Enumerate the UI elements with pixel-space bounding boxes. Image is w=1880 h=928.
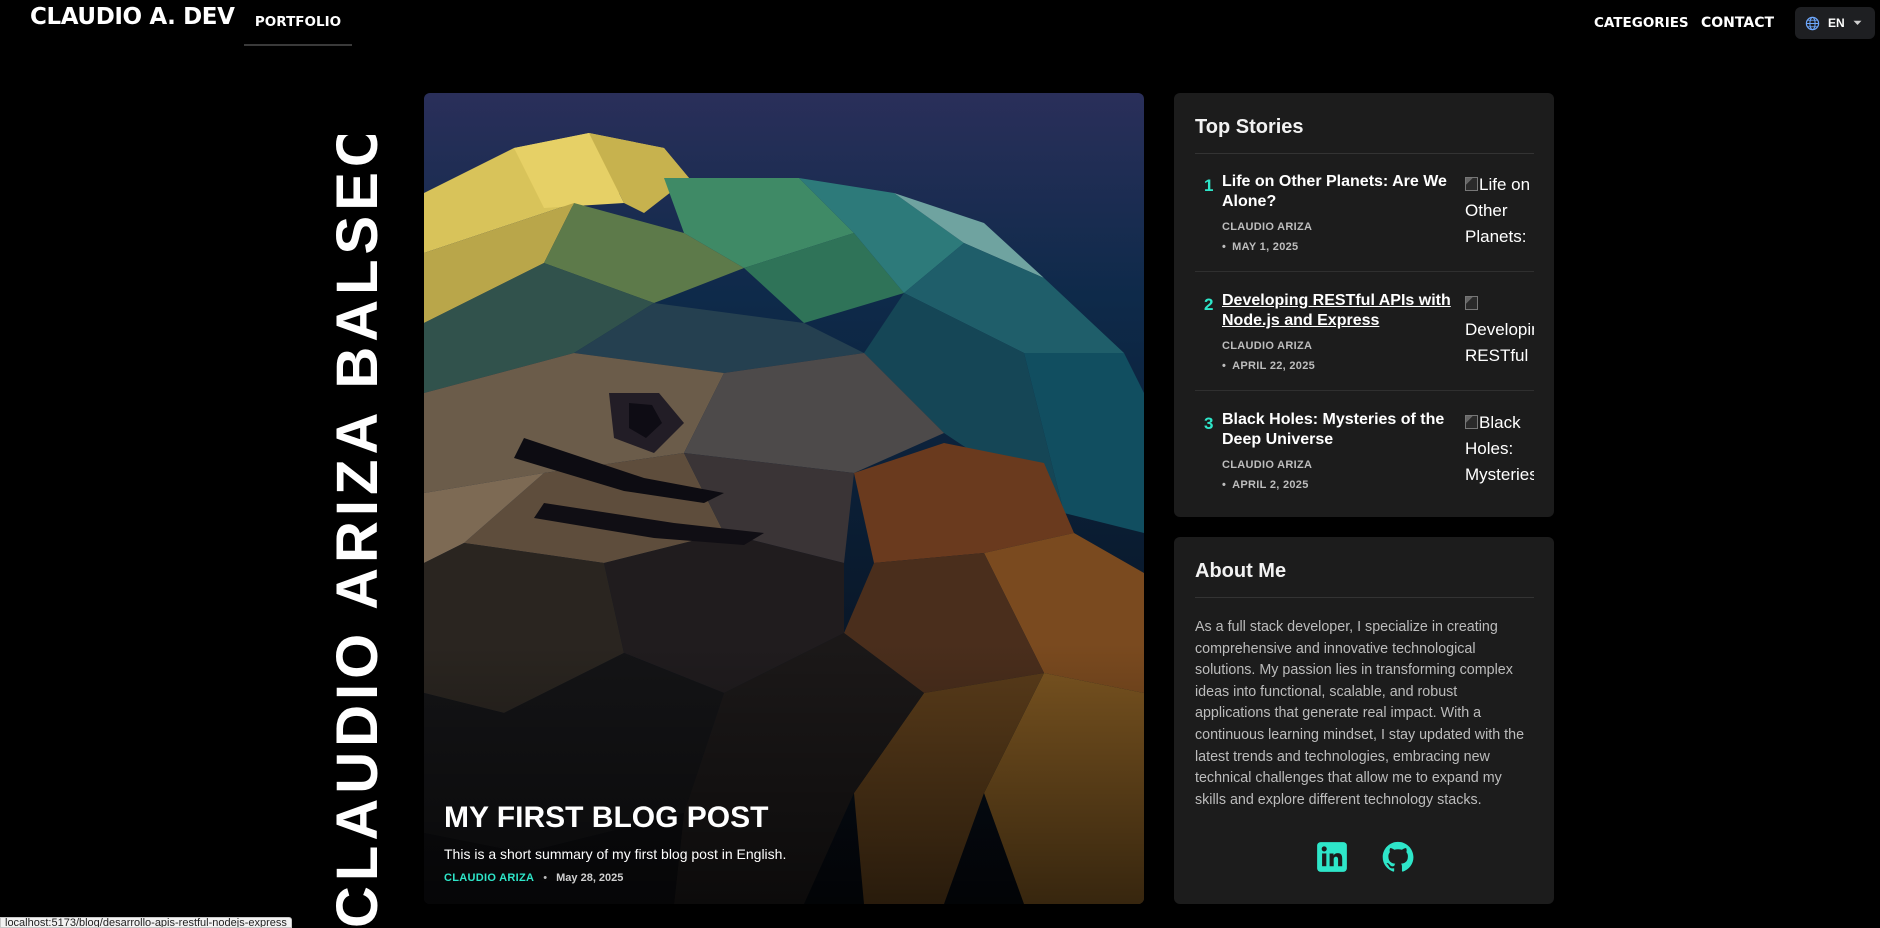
top-story-item[interactable]: 1 Life on Other Planets: Are We Alone? C… — [1195, 154, 1534, 272]
story-date: • MAY 1, 2025 — [1222, 241, 1298, 253]
story-thumbnail[interactable]: Life on Other Planets: — [1465, 172, 1534, 254]
broken-image-icon — [1465, 177, 1478, 191]
story-date-text: APRIL 2, 2025 — [1232, 479, 1309, 491]
site-logo[interactable]: CLAUDIO A. DEV — [30, 4, 235, 30]
featured-post-card[interactable]: MY FIRST BLOG POST This is a short summa… — [424, 93, 1144, 904]
top-navbar: CLAUDIO A. DEV PORTFOLIO CATEGORIES CONT… — [0, 0, 1880, 46]
linkedin-icon[interactable] — [1315, 840, 1349, 874]
top-story-item[interactable]: 3 Black Holes: Mysteries of the Deep Uni… — [1195, 392, 1534, 510]
story-date-text: APRIL 22, 2025 — [1232, 360, 1316, 372]
nav-link-portfolio[interactable]: PORTFOLIO — [244, 0, 352, 46]
featured-post-overlay — [424, 644, 1144, 904]
chevron-down-icon — [1853, 20, 1862, 25]
globe-icon — [1805, 16, 1820, 30]
story-author: CLAUDIO ARIZA — [1222, 340, 1313, 352]
featured-post-date: May 28, 2025 — [556, 872, 624, 884]
meta-separator: • — [543, 872, 548, 884]
story-rank: 2 — [1204, 295, 1214, 314]
story-thumbnail[interactable]: Developin RESTful — [1465, 291, 1534, 373]
featured-post-summary: This is a short summary of my first blog… — [444, 846, 787, 862]
featured-post-meta: CLAUDIO ARIZA • May 28, 2025 — [444, 872, 623, 884]
story-author: CLAUDIO ARIZA — [1222, 221, 1313, 233]
meta-separator: • — [1222, 479, 1227, 491]
browser-status-bar: localhost:5173/blog/desarrollo-apis-rest… — [0, 917, 292, 928]
broken-image-icon — [1465, 415, 1478, 429]
nav-link-categories[interactable]: CATEGORIES — [1594, 0, 1689, 46]
divider — [1195, 390, 1534, 391]
story-author: CLAUDIO ARIZA — [1222, 459, 1313, 471]
story-title[interactable]: Developing RESTful APIs with Node.js and… — [1222, 291, 1454, 331]
story-rank: 3 — [1204, 414, 1214, 433]
story-rank: 1 — [1204, 176, 1214, 195]
story-date-text: MAY 1, 2025 — [1232, 241, 1299, 253]
story-title[interactable]: Black Holes: Mysteries of the Deep Unive… — [1222, 410, 1454, 450]
vertical-name: CLAUDIO ARIZA BALSECA — [325, 135, 380, 928]
language-selector[interactable]: EN — [1795, 7, 1875, 39]
story-date: • APRIL 2, 2025 — [1222, 479, 1309, 491]
vertical-name-container: CLAUDIO ARIZA BALSECA — [320, 135, 380, 928]
github-icon[interactable] — [1381, 840, 1415, 874]
story-thumbnail[interactable]: Black Holes: Mysteries — [1465, 410, 1534, 492]
divider — [1195, 271, 1534, 272]
about-me-text: As a full stack developer, I specialize … — [1195, 619, 1525, 808]
top-stories-card: Top Stories 1 Life on Other Planets: Are… — [1174, 93, 1554, 517]
featured-post-title[interactable]: MY FIRST BLOG POST — [444, 801, 768, 835]
meta-separator: • — [1222, 241, 1227, 253]
about-me-card: About Me As a full stack developer, I sp… — [1174, 537, 1554, 904]
language-label: EN — [1828, 16, 1845, 30]
broken-image-icon — [1465, 296, 1478, 310]
about-me-heading: About Me — [1195, 560, 1287, 582]
story-date: • APRIL 22, 2025 — [1222, 360, 1315, 372]
divider — [1195, 597, 1534, 598]
meta-separator: • — [1222, 360, 1227, 372]
featured-post-author: CLAUDIO ARIZA — [444, 872, 535, 884]
nav-link-contact[interactable]: CONTACT — [1701, 0, 1774, 46]
top-story-item[interactable]: 2 Developing RESTful APIs with Node.js a… — [1195, 273, 1534, 391]
story-title[interactable]: Life on Other Planets: Are We Alone? — [1222, 172, 1454, 212]
top-stories-heading: Top Stories — [1195, 116, 1304, 138]
story-thumbnail-alt: Developin RESTful — [1465, 320, 1534, 365]
